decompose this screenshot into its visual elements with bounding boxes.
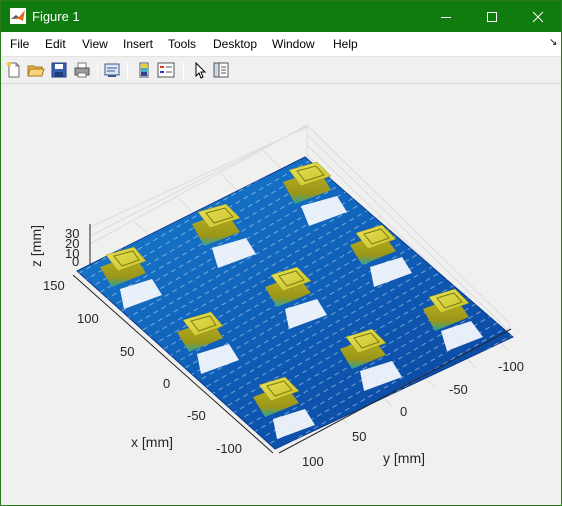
minimize-button[interactable] xyxy=(423,1,469,32)
toolbar-separator xyxy=(127,62,128,79)
open-file-icon[interactable] xyxy=(27,61,45,79)
y-tick: -100 xyxy=(498,359,524,374)
x-tick: 150 xyxy=(43,278,65,293)
menu-file[interactable]: File xyxy=(10,37,29,51)
property-inspector-icon[interactable] xyxy=(212,61,230,79)
y-tick: 0 xyxy=(400,404,407,419)
toolbar-separator xyxy=(97,62,98,79)
menu-help[interactable]: Help xyxy=(333,37,358,51)
menu-view[interactable]: View xyxy=(82,37,108,51)
minimize-icon xyxy=(441,16,451,18)
title-bar[interactable]: Figure 1 xyxy=(1,1,561,32)
matlab-logo-icon xyxy=(10,8,26,24)
x-tick: 50 xyxy=(120,344,134,359)
x-tick: -100 xyxy=(216,441,242,456)
window-title: Figure 1 xyxy=(32,9,80,24)
menu-edit[interactable]: Edit xyxy=(45,37,66,51)
link-plot-icon[interactable] xyxy=(103,61,121,79)
x-axis-label: x [mm] xyxy=(131,434,173,450)
save-icon[interactable] xyxy=(50,61,68,79)
y-tick: -50 xyxy=(449,382,468,397)
toolbar xyxy=(1,56,561,84)
figure-canvas[interactable]: 30 20 10 0 z [mm] 150 100 50 0 -50 -100 … xyxy=(1,85,561,505)
maximize-icon xyxy=(487,11,497,22)
x-tick: 0 xyxy=(163,376,170,391)
z-axis-label: z [mm] xyxy=(28,225,44,267)
x-tick: -50 xyxy=(187,408,206,423)
edit-plot-icon[interactable] xyxy=(191,61,209,79)
z-axis-ticks: 30 20 10 0 xyxy=(65,226,79,269)
menu-desktop[interactable]: Desktop xyxy=(213,37,257,51)
y-tick: 50 xyxy=(352,429,366,444)
close-button[interactable] xyxy=(515,1,561,32)
maximize-button[interactable] xyxy=(469,1,515,32)
y-tick: 100 xyxy=(302,454,324,469)
z-tick: 0 xyxy=(72,254,79,269)
insert-legend-icon[interactable] xyxy=(157,61,175,79)
menu-window[interactable]: Window xyxy=(272,37,315,51)
menu-insert[interactable]: Insert xyxy=(123,37,153,51)
dock-arrow-icon[interactable]: ↘ xyxy=(549,37,557,48)
toolbar-separator xyxy=(183,62,184,79)
menu-bar: File Edit View Insert Tools Desktop Wind… xyxy=(1,32,561,56)
figure-window: Figure 1 File Edit View Insert Tools Des… xyxy=(0,0,562,506)
y-axis-label: y [mm] xyxy=(383,450,425,466)
menu-tools[interactable]: Tools xyxy=(168,37,196,51)
print-icon[interactable] xyxy=(73,61,91,79)
x-tick: 100 xyxy=(77,311,99,326)
insert-colorbar-icon[interactable] xyxy=(135,61,153,79)
close-icon xyxy=(532,11,544,22)
new-figure-icon[interactable] xyxy=(5,61,23,79)
